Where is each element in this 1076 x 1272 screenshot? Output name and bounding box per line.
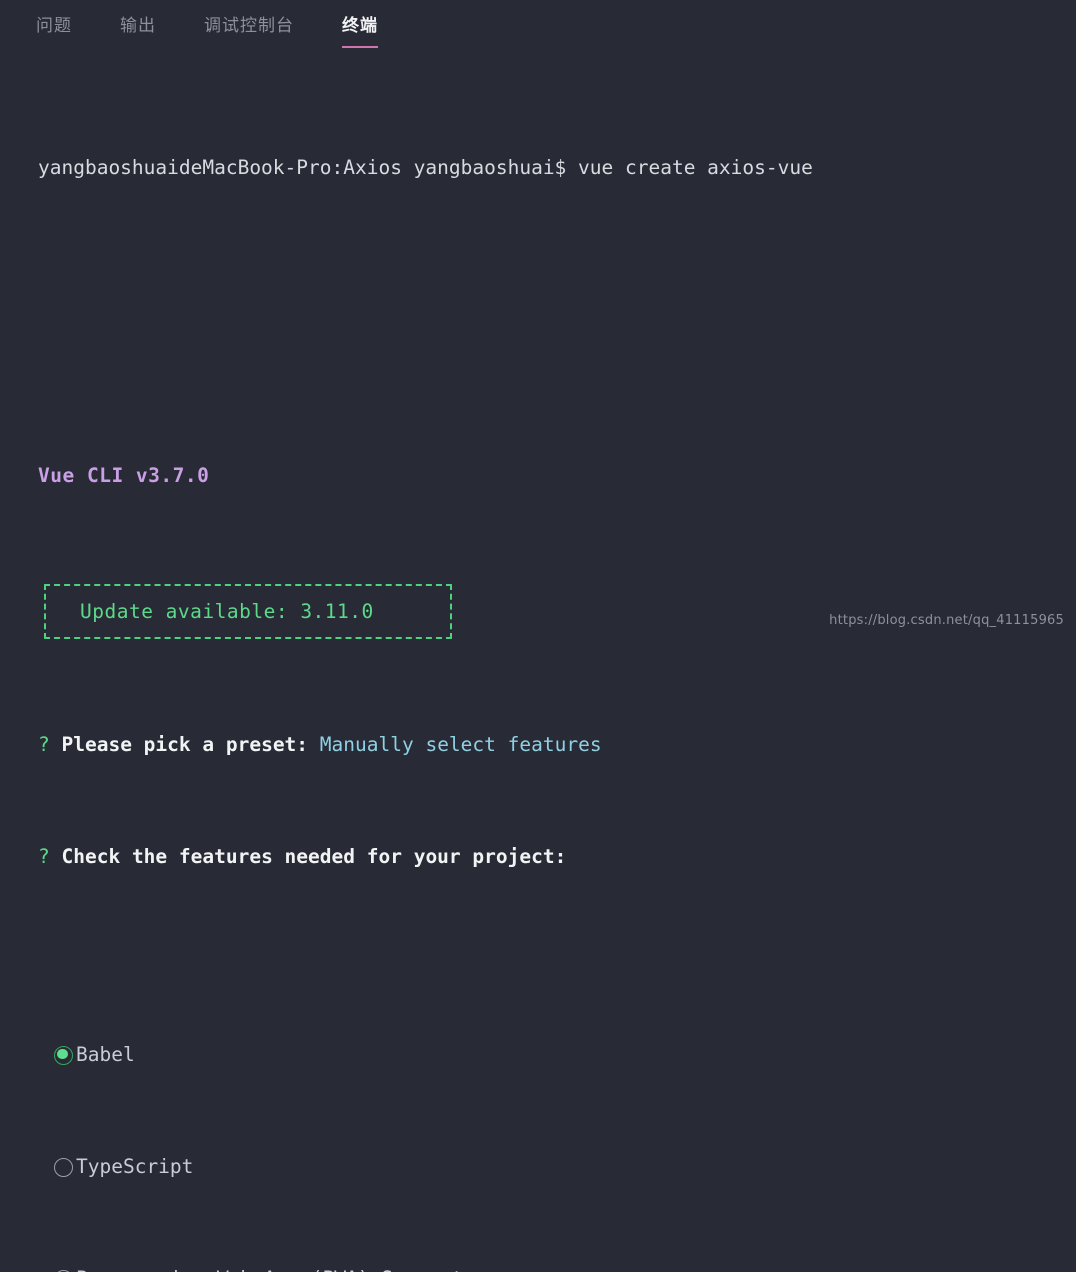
tab-label: 问题 [36,16,72,36]
update-available-box: Update available: 3.11.0 [44,584,452,639]
cursor-arrow-icon: ❯ [38,1153,54,1181]
terminal-output[interactable]: yangbaoshuaideMacBook-Pro:Axios yangbaos… [0,52,1076,1272]
feature-label: Babel [76,1041,135,1069]
terminal-panel: 问题 输出 调试控制台 终端 yangbaoshuaideMacBook-Pro… [0,0,1076,636]
checkbox-unchecked-icon[interactable] [54,1158,73,1177]
question-marker-icon: ? [38,733,50,756]
feature-item-babel[interactable]: ❯ Babel [38,1041,1076,1069]
command-prompt-line: yangbaoshuaideMacBook-Pro:Axios yangbaos… [38,154,1076,182]
cursor-arrow-icon: ❯ [38,1265,54,1272]
update-available-text: Update available: 3.11.0 [80,598,374,626]
tab-output[interactable]: 输出 [120,0,156,36]
feature-checkbox-list[interactable]: ❯ Babel ❯ TypeScript ❯ Progressive Web A… [38,957,1076,1272]
feature-item-typescript[interactable]: ❯ TypeScript [38,1153,1076,1181]
question-marker-icon: ? [38,845,50,868]
feature-label: Progressive Web App (PWA) Support [76,1265,463,1272]
tab-underline [204,46,294,48]
tab-underline [342,46,378,48]
question-features: ? Check the features needed for your pro… [38,843,1076,871]
tab-debug-console[interactable]: 调试控制台 [204,0,294,36]
blank-line [38,266,1076,294]
feature-label: TypeScript [76,1153,193,1181]
question-preset-answer: Manually select features [320,733,602,756]
checkbox-unchecked-icon[interactable] [54,1270,73,1272]
cursor-arrow-icon: ❯ [38,1041,54,1069]
tab-label: 终端 [342,16,378,36]
question-features-text: Check the features needed for your proje… [62,845,567,868]
tab-label: 调试控制台 [204,16,294,36]
tab-label: 输出 [120,16,156,36]
question-preset: ? Please pick a preset: Manually select … [38,731,1076,759]
panel-tab-bar: 问题 输出 调试控制台 终端 [0,0,1076,52]
vue-cli-version: Vue CLI v3.7.0 [38,462,1076,490]
tab-problems[interactable]: 问题 [36,0,72,36]
tab-underline [120,46,156,48]
watermark: https://blog.csdn.net/qq_41115965 [829,613,1064,628]
blank-line [38,350,1076,378]
checkbox-checked-icon[interactable] [54,1046,73,1065]
feature-item-pwa[interactable]: ❯ Progressive Web App (PWA) Support [38,1265,1076,1272]
tab-terminal[interactable]: 终端 [342,0,378,36]
question-preset-text: Please pick a preset: [62,733,309,756]
tab-underline [36,46,72,48]
